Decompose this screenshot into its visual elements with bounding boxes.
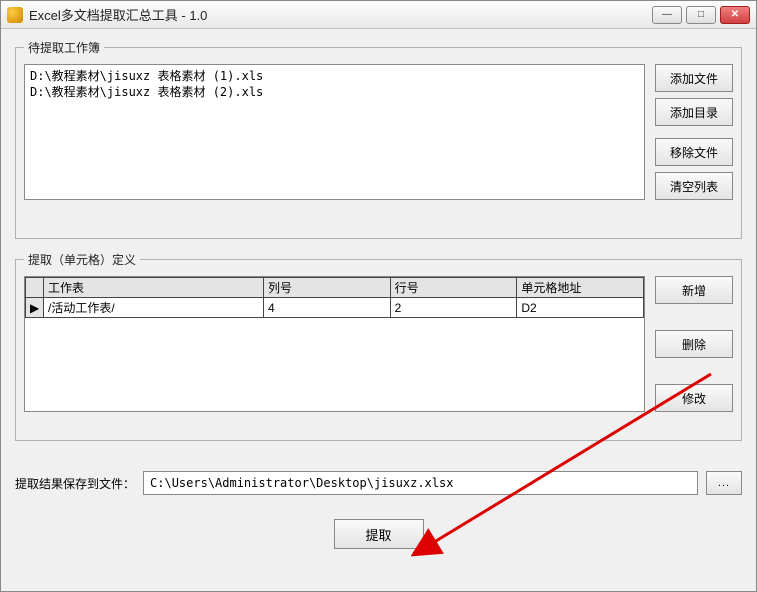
window-title: Excel多文档提取汇总工具 - 1.0 (29, 5, 652, 24)
save-label: 提取结果保存到文件： (15, 475, 135, 492)
edit-button[interactable]: 修改 (655, 384, 733, 412)
grid-corner (26, 278, 44, 298)
save-path-input[interactable] (143, 471, 698, 495)
definition-grid[interactable]: 工作表 列号 行号 单元格地址 ▶/活动工作表/42D2 (24, 276, 645, 412)
new-button[interactable]: 新增 (655, 276, 733, 304)
definition-buttons: 新增 删除 修改 (655, 276, 733, 412)
definition-group: 提取（单元格）定义 工作表 列号 行号 单元格地址 (15, 251, 742, 441)
workbook-group: 待提取工作簿 D:\教程素材\jisuxz 表格素材 (1).xls D:\教程… (15, 39, 742, 239)
cell-addr[interactable]: D2 (517, 298, 644, 318)
app-icon (7, 7, 23, 23)
workbook-legend: 待提取工作簿 (24, 39, 104, 56)
close-button[interactable]: ✕ (720, 6, 750, 24)
delete-button[interactable]: 删除 (655, 330, 733, 358)
cell-col[interactable]: 4 (264, 298, 391, 318)
window-body: 待提取工作簿 D:\教程素材\jisuxz 表格素材 (1).xls D:\教程… (1, 29, 756, 591)
table-row[interactable]: ▶/活动工作表/42D2 (26, 298, 644, 318)
browse-button[interactable]: ... (706, 471, 742, 495)
file-listbox[interactable]: D:\教程素材\jisuxz 表格素材 (1).xls D:\教程素材\jisu… (24, 64, 645, 200)
header-row[interactable]: 行号 (390, 278, 517, 298)
row-marker: ▶ (26, 298, 44, 318)
maximize-button[interactable]: □ (686, 6, 716, 24)
extract-button[interactable]: 提取 (334, 519, 424, 549)
app-window: Excel多文档提取汇总工具 - 1.0 — □ ✕ 待提取工作簿 D:\教程素… (0, 0, 757, 592)
cell-row[interactable]: 2 (390, 298, 517, 318)
header-col[interactable]: 列号 (264, 278, 391, 298)
save-row: 提取结果保存到文件： ... (15, 471, 742, 495)
titlebar: Excel多文档提取汇总工具 - 1.0 — □ ✕ (1, 1, 756, 29)
clear-list-button[interactable]: 清空列表 (655, 172, 733, 200)
header-sheet[interactable]: 工作表 (44, 278, 264, 298)
definition-legend: 提取（单元格）定义 (24, 251, 140, 268)
window-controls: — □ ✕ (652, 6, 750, 24)
header-addr[interactable]: 单元格地址 (517, 278, 644, 298)
cell-sheet[interactable]: /活动工作表/ (44, 298, 264, 318)
extract-row: 提取 (15, 519, 742, 549)
add-file-button[interactable]: 添加文件 (655, 64, 733, 92)
remove-file-button[interactable]: 移除文件 (655, 138, 733, 166)
add-folder-button[interactable]: 添加目录 (655, 98, 733, 126)
minimize-button[interactable]: — (652, 6, 682, 24)
workbook-buttons: 添加文件 添加目录 移除文件 清空列表 (655, 64, 733, 200)
